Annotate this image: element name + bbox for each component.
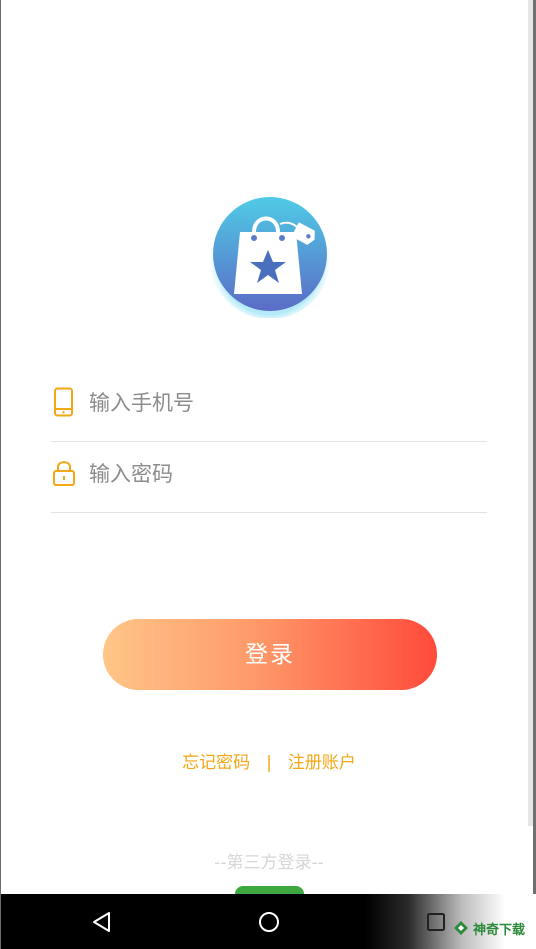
forgot-password-link[interactable]: 忘记密码 — [182, 748, 250, 773]
recents-square-icon — [427, 912, 445, 931]
password-field-row — [51, 440, 487, 513]
watermark: 神奇下载 — [453, 917, 525, 939]
home-button[interactable] — [239, 894, 299, 949]
home-circle-icon — [259, 911, 279, 932]
links-separator: | — [266, 753, 272, 773]
login-screen: 登录 忘记密码 | 注册账户 --第三方登录-- 神奇下载 — [0, 0, 536, 949]
shopping-bag-star-icon — [209, 197, 331, 319]
back-button[interactable] — [72, 894, 132, 949]
password-input[interactable] — [89, 450, 469, 498]
phone-input[interactable] — [89, 379, 469, 427]
phone-icon — [51, 387, 77, 417]
login-button[interactable]: 登录 — [103, 619, 437, 690]
back-triangle-icon — [93, 911, 110, 932]
third-party-login-label: --第三方登录-- — [214, 853, 324, 873]
register-link[interactable]: 注册账户 — [288, 748, 356, 773]
auth-links: 忘记密码 | 注册账户 — [1, 748, 536, 773]
watermark-text: 神奇下载 — [472, 922, 525, 938]
lock-icon — [51, 458, 77, 488]
watermark-logo-icon — [453, 921, 468, 935]
scrollbar[interactable] — [528, 0, 533, 826]
phone-field-row — [51, 369, 487, 442]
app-logo — [208, 194, 332, 319]
